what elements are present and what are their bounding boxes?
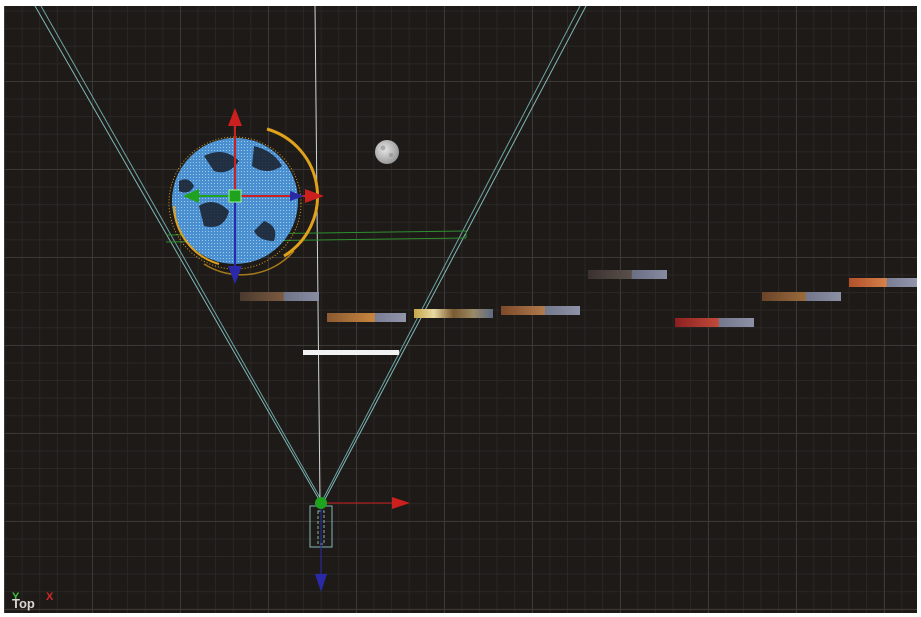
image-card[interactable] (762, 292, 841, 301)
globe-icon[interactable] (168, 127, 319, 276)
image-card[interactable] (675, 318, 754, 327)
axis-x-label: X (46, 591, 54, 603)
camera-frustum (34, 6, 587, 504)
image-card[interactable] (414, 309, 493, 318)
image-card[interactable] (327, 313, 406, 322)
camera-move-gizmo-icon[interactable] (315, 497, 410, 592)
image-card[interactable] (849, 278, 917, 287)
scene-canvas[interactable] (4, 6, 917, 613)
image-card[interactable] (588, 270, 667, 279)
image-card[interactable] (501, 306, 580, 315)
view-label[interactable]: Top (12, 596, 35, 611)
moon-icon[interactable] (375, 140, 399, 164)
image-card[interactable] (240, 292, 319, 301)
image-cards (240, 270, 917, 327)
focal-plane-marker[interactable] (303, 350, 399, 355)
top-viewport[interactable]: Y X Top (4, 6, 917, 613)
